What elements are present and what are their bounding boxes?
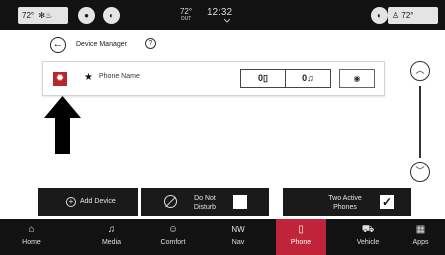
home-icon: ⌂ <box>28 224 35 235</box>
heat-icon: ◐ <box>109 11 114 20</box>
nav-home[interactable]: ⌂ Home <box>0 219 63 255</box>
audio-connection-button[interactable]: 0♫ <box>285 70 330 87</box>
passenger-climate-button[interactable]: ♙ 72° <box>388 7 438 24</box>
bottom-nav: ⌂ Home ♫ Media ☺ Comfort NW Nav ▯ Phone … <box>0 219 445 255</box>
clock: 12:32 <box>207 7 233 18</box>
nav-label: Comfort <box>160 239 186 246</box>
two-active-phones-label: Two Active Phones <box>328 195 362 211</box>
seat-heat-button[interactable]: ● <box>78 7 95 24</box>
scroll-up-button[interactable]: ︿ <box>410 61 430 81</box>
music-note-icon: ♫ <box>107 224 116 235</box>
add-device-button[interactable]: + Add Device <box>38 188 138 216</box>
nav-vehicle[interactable]: ⛟ Vehicle <box>336 219 400 255</box>
status-bar: 72° ✻♨ ● ◐ 72° OUT 12:32 ◐ ♙ 72° <box>0 0 445 30</box>
nav-label: Phone <box>290 239 312 246</box>
do-not-disturb-label: Do Not Disturb <box>193 195 217 211</box>
nav-label: Nav <box>231 239 245 246</box>
connection-toggles: 0▯ 0♫ <box>240 69 331 88</box>
phone-connection-button[interactable]: 0▯ <box>241 70 285 87</box>
two-active-phones-checkbox[interactable]: ✓ <box>380 195 394 209</box>
comfort-icon: ☺ <box>167 224 179 235</box>
fan-icon: ✻♨ <box>38 11 53 20</box>
heat-icon: ◐ <box>377 11 382 20</box>
seat-icon: ● <box>84 11 89 20</box>
outside-temp-value: 72° <box>179 7 193 16</box>
back-button[interactable]: ← <box>50 37 66 53</box>
two-active-phones-toggle[interactable]: Two Active Phones ✓ <box>283 188 411 216</box>
device-details-button[interactable]: ◉ <box>339 69 375 88</box>
arrow-left-icon: ← <box>52 38 64 50</box>
scrollbar-track[interactable] <box>419 86 421 158</box>
chevron-down-icon[interactable] <box>224 18 230 24</box>
outside-temp-label: OUT <box>180 16 192 22</box>
nav-nav[interactable]: NW Nav <box>206 219 270 255</box>
scroll-down-button[interactable]: ﹀ <box>410 162 430 182</box>
nav-label: Apps <box>412 239 429 246</box>
driver-climate-button[interactable]: 72° ✻♨ <box>18 7 68 24</box>
gear-icon[interactable]: ✹ <box>53 72 67 86</box>
device-row[interactable]: ✹ ★ Phone Name 0▯ 0♫ ◉ <box>42 61 385 96</box>
seat-icon: ♙ <box>392 11 400 20</box>
do-not-disturb-toggle[interactable]: Do Not Disturb <box>141 188 269 216</box>
chevron-up-icon: ︿ <box>415 65 425 75</box>
passenger-temp: 72° <box>401 11 414 20</box>
nav-media[interactable]: ♫ Media <box>80 219 143 255</box>
nav-apps[interactable]: ▦ Apps <box>396 219 445 255</box>
nav-phone[interactable]: ▯ Phone <box>276 219 326 255</box>
nav-label: Home <box>22 239 41 246</box>
do-not-disturb-checkbox[interactable] <box>233 195 247 209</box>
driver-temp: 72° <box>22 11 35 20</box>
device-name: Phone Name <box>99 73 140 80</box>
passenger-heat-button[interactable]: ◐ <box>371 7 388 24</box>
star-icon[interactable]: ★ <box>84 72 93 84</box>
compass-icon: NW <box>231 225 245 234</box>
action-bar: + Add Device Do Not Disturb Two Active P… <box>0 188 445 216</box>
nav-comfort[interactable]: ☺ Comfort <box>140 219 206 255</box>
phone-icon: ▯ <box>298 224 304 235</box>
add-device-label: Add Device <box>80 198 116 205</box>
grid-icon: ▦ <box>415 224 426 235</box>
page-title: Device Manager <box>76 41 127 48</box>
outside-temp: 72° OUT <box>176 7 196 22</box>
steering-heat-button[interactable]: ◐ <box>103 7 120 24</box>
car-icon: ⛟ <box>361 224 375 235</box>
do-not-disturb-icon <box>164 195 177 208</box>
chevron-down-icon: ﹀ <box>415 166 425 176</box>
help-icon[interactable]: ? <box>145 38 156 49</box>
nav-label: Vehicle <box>356 239 380 246</box>
nav-label: Media <box>101 239 122 246</box>
arrow-up-icon <box>44 96 81 154</box>
plus-icon: + <box>66 197 76 207</box>
